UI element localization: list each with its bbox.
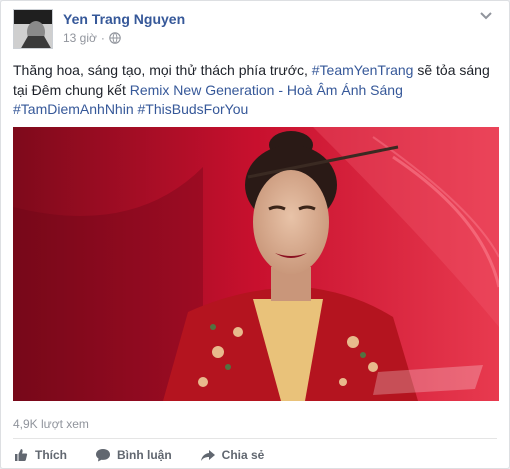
avatar-image xyxy=(14,10,52,48)
meta-separator: · xyxy=(100,31,105,45)
author-name[interactable]: Yen Trang Nguyen xyxy=(63,11,185,27)
globe-icon xyxy=(109,32,121,44)
post-text-part-1: Thăng hoa, sáng tạo, mọi thử thách phía … xyxy=(13,62,312,78)
share-button[interactable]: Chia sẻ xyxy=(200,447,265,463)
comment-button[interactable]: Bình luận xyxy=(95,447,172,463)
share-label: Chia sẻ xyxy=(221,448,265,462)
action-bar: Thích Bình luận Chia sẻ xyxy=(13,444,264,466)
like-button[interactable]: Thích xyxy=(13,447,67,463)
video-frame xyxy=(13,127,499,401)
like-icon xyxy=(15,449,28,461)
comment-icon xyxy=(96,449,110,462)
hashtag-1-link[interactable]: #TamDiemAnhNhin xyxy=(13,101,134,117)
post-time[interactable]: 13 giờ xyxy=(63,31,97,45)
hashtag-team-link[interactable]: #TeamYenTrang xyxy=(312,62,414,78)
post-meta: 13 giờ · xyxy=(63,31,121,45)
like-label: Thích xyxy=(35,448,67,462)
view-count: 4,9K lượt xem xyxy=(13,417,89,431)
post-text: Thăng hoa, sáng tạo, mọi thử thách phía … xyxy=(13,61,499,120)
avatar[interactable] xyxy=(13,9,53,49)
post-video[interactable] xyxy=(13,127,499,401)
comment-label: Bình luận xyxy=(117,448,172,462)
hashtag-2-link[interactable]: #ThisBudsForYou xyxy=(138,101,249,117)
share-icon xyxy=(200,450,215,461)
post-card: Yen Trang Nguyen 13 giờ · Thăng hoa, sán… xyxy=(0,0,510,469)
chevron-down-icon[interactable] xyxy=(479,11,493,21)
divider xyxy=(13,438,497,439)
remix-title-link[interactable]: Remix New Generation - Hoà Âm Ánh Sáng xyxy=(130,82,403,98)
post-header: Yen Trang Nguyen 13 giờ · xyxy=(13,9,497,53)
